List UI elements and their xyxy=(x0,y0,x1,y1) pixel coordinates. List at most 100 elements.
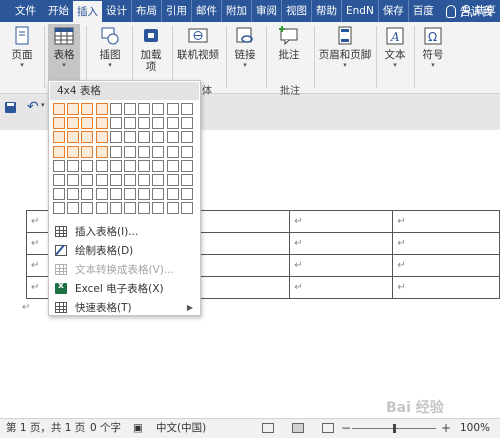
grid-cell[interactable] xyxy=(53,159,65,172)
zoom-level[interactable]: 100% xyxy=(460,419,490,438)
grid-cell[interactable] xyxy=(166,145,179,158)
grid-cell[interactable] xyxy=(53,202,65,215)
tab-file[interactable]: 文件 xyxy=(0,0,44,22)
grid-cell[interactable] xyxy=(109,145,122,158)
grid-cell[interactable] xyxy=(166,131,179,144)
table-cell[interactable]: ↵ xyxy=(289,254,394,277)
grid-cell[interactable] xyxy=(166,103,179,115)
grid-cell[interactable] xyxy=(81,117,94,130)
grid-cell[interactable] xyxy=(152,103,165,115)
grid-cell[interactable] xyxy=(95,131,108,144)
grid-cell[interactable] xyxy=(53,131,65,144)
tab-design[interactable]: 设计 xyxy=(102,0,132,22)
chevron-down-icon[interactable]: ▾ xyxy=(41,101,45,109)
grid-cell[interactable] xyxy=(109,159,122,172)
grid-cell[interactable] xyxy=(67,131,80,144)
grid-cell[interactable] xyxy=(166,174,179,186)
grid-cell[interactable] xyxy=(109,188,122,201)
grid-cell[interactable] xyxy=(124,159,136,172)
grid-cell[interactable] xyxy=(180,188,193,201)
page-count[interactable]: 第 1 页，共 1 页 xyxy=(6,419,85,438)
table-cell[interactable]: ↵ xyxy=(289,276,394,299)
grid-cell[interactable] xyxy=(67,174,80,186)
grid-cell[interactable] xyxy=(53,174,65,186)
tab-endnote[interactable]: EndN xyxy=(342,0,379,22)
grid-cell[interactable] xyxy=(180,103,193,115)
table-cell[interactable]: ↵ xyxy=(392,276,500,299)
grid-cell[interactable] xyxy=(53,117,65,130)
grid-cell[interactable] xyxy=(152,174,165,186)
grid-cell[interactable] xyxy=(67,117,80,130)
tab-baidu[interactable]: 百度 xyxy=(409,0,438,22)
grid-cell[interactable] xyxy=(166,188,179,201)
grid-cell[interactable] xyxy=(95,103,108,115)
table-button[interactable]: 表格 ▾ xyxy=(48,24,80,80)
grid-cell[interactable] xyxy=(53,188,65,201)
grid-cell[interactable] xyxy=(180,131,193,144)
symbols-button[interactable]: Ω 符号 ▾ xyxy=(418,24,448,70)
tab-save[interactable]: 保存 xyxy=(379,0,409,22)
grid-cell[interactable] xyxy=(124,202,136,215)
grid-cell[interactable] xyxy=(109,103,122,115)
grid-cell[interactable] xyxy=(152,188,165,201)
language-indicator[interactable]: 中文(中国) xyxy=(156,419,206,438)
grid-cell[interactable] xyxy=(53,145,65,158)
grid-cell[interactable] xyxy=(138,103,151,115)
tab-insert[interactable]: 插入 xyxy=(73,0,102,22)
grid-cell[interactable] xyxy=(95,202,108,215)
grid-cell[interactable] xyxy=(67,188,80,201)
grid-cell[interactable] xyxy=(109,117,122,130)
share-button[interactable]: 共享 xyxy=(460,0,496,22)
zoom-slider-thumb[interactable] xyxy=(393,424,396,433)
table-cell[interactable]: ↵ xyxy=(289,232,394,255)
grid-cell[interactable] xyxy=(95,145,108,158)
links-button[interactable]: 链接 ▾ xyxy=(230,24,260,70)
grid-cell[interactable] xyxy=(138,159,151,172)
grid-cell[interactable] xyxy=(95,117,108,130)
grid-cell[interactable] xyxy=(124,131,136,144)
grid-cell[interactable] xyxy=(67,159,80,172)
grid-cell[interactable] xyxy=(124,103,136,115)
grid-cell[interactable] xyxy=(81,202,94,215)
grid-cell[interactable] xyxy=(152,131,165,144)
grid-cell[interactable] xyxy=(152,159,165,172)
grid-cell[interactable] xyxy=(67,202,80,215)
grid-cell[interactable] xyxy=(109,202,122,215)
grid-cell[interactable] xyxy=(67,145,80,158)
grid-cell[interactable] xyxy=(81,131,94,144)
grid-cell[interactable] xyxy=(138,145,151,158)
grid-cell[interactable] xyxy=(95,174,108,186)
undo-icon[interactable]: ↶ xyxy=(27,98,39,116)
table-cell[interactable]: ↵ xyxy=(392,232,500,255)
grid-cell[interactable] xyxy=(138,117,151,130)
table-cell[interactable]: ↵ xyxy=(188,254,291,277)
grid-cell[interactable] xyxy=(180,202,193,215)
zoom-out-button[interactable]: − xyxy=(341,419,351,438)
table-cell[interactable]: ↵ xyxy=(289,210,394,233)
header-footer-button[interactable]: 页眉和页脚 ▾ xyxy=(318,24,372,70)
table-cell[interactable]: ↵ xyxy=(188,210,291,233)
tab-layout[interactable]: 布局 xyxy=(132,0,162,22)
grid-cell[interactable] xyxy=(166,159,179,172)
tab-review[interactable]: 审阅 xyxy=(252,0,282,22)
grid-cell[interactable] xyxy=(138,174,151,186)
excel-spreadsheet-menu-item[interactable]: Excel 电子表格(X) xyxy=(50,279,199,298)
web-layout-icon[interactable] xyxy=(322,423,334,433)
quick-tables-menu-item[interactable]: 快速表格(T) ▶ xyxy=(50,298,199,317)
table-cell[interactable]: ↵ xyxy=(392,254,500,277)
grid-cell[interactable] xyxy=(95,159,108,172)
grid-cell[interactable] xyxy=(180,174,193,186)
grid-cell[interactable] xyxy=(124,145,136,158)
save-icon[interactable] xyxy=(5,102,16,113)
tab-help[interactable]: 帮助 xyxy=(312,0,342,22)
grid-cell[interactable] xyxy=(124,188,136,201)
illustrations-button[interactable]: 插图 ▾ xyxy=(94,24,126,70)
grid-cell[interactable] xyxy=(81,145,94,158)
grid-cell[interactable] xyxy=(138,131,151,144)
grid-cell[interactable] xyxy=(81,188,94,201)
grid-cell[interactable] xyxy=(67,103,80,115)
grid-cell[interactable] xyxy=(152,145,165,158)
grid-cell[interactable] xyxy=(180,117,193,130)
table-cell[interactable]: ↵ xyxy=(392,210,500,233)
word-count[interactable]: 0 个字 xyxy=(90,419,121,438)
